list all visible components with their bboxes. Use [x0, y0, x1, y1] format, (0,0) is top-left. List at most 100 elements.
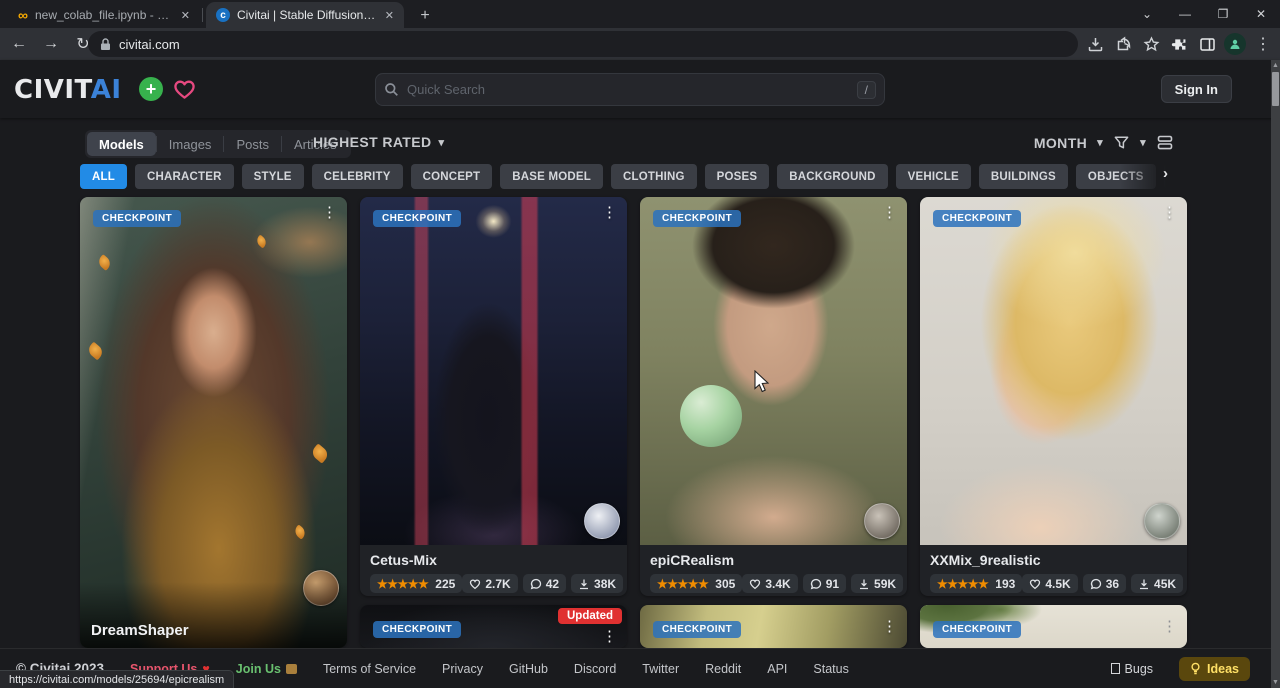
- category-chip-poses[interactable]: POSES: [705, 164, 770, 189]
- card-image: CHECKPOINT ⋮: [640, 605, 907, 648]
- side-panel-icon[interactable]: [1194, 31, 1220, 57]
- card-footer: XXMix_9realistic ★★★★★193 4.5K 36 45K: [920, 545, 1187, 596]
- new-tab-button[interactable]: +: [414, 5, 436, 27]
- browser-tab-colab[interactable]: ∞ new_colab_file.ipynb - Colaborat ✕: [8, 2, 200, 28]
- bugs-label: Bugs: [1125, 662, 1154, 676]
- tab-posts[interactable]: Posts: [224, 132, 281, 156]
- bugs-link[interactable]: Bugs: [1111, 662, 1154, 676]
- comments-count: 36: [1106, 577, 1119, 591]
- rating-pill: ★★★★★305: [650, 574, 742, 593]
- footer-link-privacy[interactable]: Privacy: [442, 662, 483, 676]
- category-chip-clothing[interactable]: CLOTHING: [611, 164, 697, 189]
- category-chip-concept[interactable]: CONCEPT: [411, 164, 493, 189]
- close-button[interactable]: ✕: [1242, 0, 1280, 28]
- card-menu-icon[interactable]: ⋮: [602, 205, 617, 222]
- model-card-partial[interactable]: CHECKPOINT ⋮: [640, 605, 907, 648]
- model-card-cetus-mix[interactable]: CHECKPOINT ⋮ Cetus-Mix ★★★★★225 2.7K 42 …: [360, 197, 627, 596]
- sort-dropdown[interactable]: HIGHEST RATED ▾: [313, 134, 444, 150]
- likes-count: 4.5K: [1045, 577, 1070, 591]
- downloads-count: 59K: [874, 577, 896, 591]
- tab-images[interactable]: Images: [157, 132, 224, 156]
- footer-link-twitter[interactable]: Twitter: [642, 662, 679, 676]
- toolbar-right-icons: ⋮: [1082, 31, 1276, 57]
- scroll-down-arrow[interactable]: ▼: [1271, 677, 1280, 688]
- create-plus-button[interactable]: +: [139, 77, 163, 101]
- card-menu-icon[interactable]: ⋮: [1162, 205, 1177, 222]
- creator-avatar[interactable]: [864, 503, 900, 539]
- comments-chip: 42: [523, 574, 566, 593]
- footer-link-status[interactable]: Status: [813, 662, 848, 676]
- ideas-button[interactable]: Ideas: [1179, 657, 1250, 681]
- tab-close-icon[interactable]: ✕: [383, 9, 396, 22]
- chips-scroll-right-icon[interactable]: ›: [1163, 165, 1168, 182]
- downloads-count: 38K: [594, 577, 616, 591]
- layout-toggle-icon[interactable]: [1156, 134, 1174, 151]
- footer-link-github[interactable]: GitHub: [509, 662, 548, 676]
- rating-pill: ★★★★★225: [370, 574, 462, 593]
- footer-link-terms[interactable]: Terms of Service: [323, 662, 416, 676]
- card-stats: ★★★★★193 4.5K 36 45K: [930, 574, 1177, 593]
- forward-button[interactable]: →: [38, 31, 64, 57]
- period-dropdown[interactable]: MONTH: [1034, 135, 1087, 151]
- share-icon[interactable]: [1110, 31, 1136, 57]
- support-heart-icon[interactable]: [171, 77, 197, 101]
- creator-avatar[interactable]: [584, 503, 620, 539]
- card-menu-icon[interactable]: ⋮: [322, 205, 337, 222]
- card-title: epiCRealism: [650, 552, 897, 568]
- model-card-partial[interactable]: CHECKPOINT Updated ⋮: [360, 605, 627, 648]
- heart-icon: [1029, 578, 1041, 590]
- checkpoint-badge: CHECKPOINT: [93, 210, 181, 227]
- category-chip-celebrity[interactable]: CELEBRITY: [312, 164, 403, 189]
- browser-menu-icon[interactable]: ⋮: [1250, 31, 1276, 57]
- browser-tab-civitai[interactable]: c Civitai | Stable Diffusion models, ✕: [206, 2, 404, 28]
- back-button[interactable]: ←: [6, 31, 32, 57]
- mouse-cursor: [752, 370, 770, 394]
- tab-models[interactable]: Models: [87, 132, 156, 156]
- category-chip-character[interactable]: CHARACTER: [135, 164, 234, 189]
- maximize-button[interactable]: ❐: [1204, 0, 1242, 28]
- category-chip-all[interactable]: ALL: [80, 164, 127, 189]
- category-chip-base-model[interactable]: BASE MODEL: [500, 164, 603, 189]
- scroll-up-arrow[interactable]: ▲: [1271, 60, 1280, 71]
- bookmark-star-icon[interactable]: [1138, 31, 1164, 57]
- category-chip-vehicle[interactable]: VEHICLE: [896, 164, 971, 189]
- footer-link-discord[interactable]: Discord: [574, 662, 616, 676]
- quick-search-bar[interactable]: /: [375, 73, 885, 106]
- checkpoint-badge: CHECKPOINT: [373, 210, 461, 227]
- checkpoint-badge: CHECKPOINT: [653, 210, 741, 227]
- footer-link-api[interactable]: API: [767, 662, 787, 676]
- category-chip-background[interactable]: BACKGROUND: [777, 164, 887, 189]
- filter-funnel-icon[interactable]: [1113, 134, 1130, 151]
- category-chip-style[interactable]: STYLE: [242, 164, 304, 189]
- card-title-overlay: DreamShaper: [80, 582, 347, 648]
- minimize-button[interactable]: —: [1166, 0, 1204, 28]
- model-card-dreamshaper[interactable]: CHECKPOINT ⋮ DreamShaper: [80, 197, 347, 648]
- search-input[interactable]: [407, 82, 849, 97]
- model-card-epicrealism[interactable]: CHECKPOINT ⋮ epiCRealism ★★★★★305 3.4K 9…: [640, 197, 907, 596]
- model-card-partial[interactable]: CHECKPOINT ⋮: [920, 605, 1187, 648]
- footer-link-reddit[interactable]: Reddit: [705, 662, 741, 676]
- civitai-favicon-icon: c: [216, 8, 230, 22]
- scrollbar-track[interactable]: ▲ ▼: [1271, 60, 1280, 688]
- address-bar[interactable]: civitai.com: [88, 31, 1078, 57]
- category-chips: ALL CHARACTER STYLE CELEBRITY CONCEPT BA…: [80, 164, 1185, 189]
- likes-chip: 2.7K: [462, 574, 517, 593]
- civitai-logo[interactable]: CIVITAI: [14, 75, 122, 105]
- card-menu-icon[interactable]: ⋮: [602, 629, 617, 646]
- card-menu-icon[interactable]: ⋮: [882, 205, 897, 222]
- extensions-icon[interactable]: [1166, 31, 1192, 57]
- tab-close-icon[interactable]: ✕: [179, 9, 192, 22]
- status-url-bubble: https://civitai.com/models/25694/epicrea…: [0, 670, 234, 688]
- profile-avatar[interactable]: [1222, 31, 1248, 57]
- model-card-xxmix[interactable]: CHECKPOINT ⋮ XXMix_9realistic ★★★★★193 4…: [920, 197, 1187, 596]
- join-us-link[interactable]: Join Us: [236, 662, 297, 676]
- bug-icon: [1111, 663, 1120, 674]
- tab-search-chevron-icon[interactable]: ⌄: [1128, 0, 1166, 28]
- card-menu-icon[interactable]: ⋮: [1162, 619, 1177, 636]
- downloads-icon[interactable]: [1082, 31, 1108, 57]
- scrollbar-thumb[interactable]: [1272, 72, 1279, 106]
- card-menu-icon[interactable]: ⋮: [882, 619, 897, 636]
- creator-avatar[interactable]: [1144, 503, 1180, 539]
- sign-in-button[interactable]: Sign In: [1161, 75, 1232, 103]
- category-chip-buildings[interactable]: BUILDINGS: [979, 164, 1068, 189]
